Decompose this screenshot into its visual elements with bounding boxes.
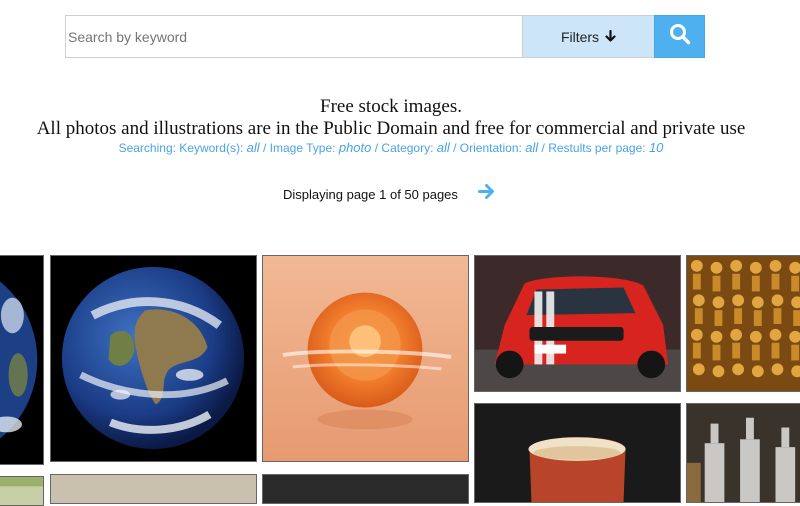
category-label: / Category: — [374, 141, 434, 155]
pagination: Displaying page 1 of 50 pages — [283, 183, 495, 205]
results-per-page-label: / Restults per page: — [541, 141, 646, 155]
keyword-value: all — [246, 140, 260, 155]
gallery-image-earth-globe[interactable] — [50, 255, 257, 462]
search-bar: Filters — [65, 15, 705, 58]
orientation-label: / Orientation: — [453, 141, 522, 155]
gallery-image-wooden-figurines[interactable] — [686, 255, 800, 392]
filters-button[interactable]: Filters — [522, 15, 654, 58]
gallery-image-red-pickup-truck[interactable] — [474, 255, 681, 392]
gallery-image-earth-partial[interactable] — [0, 255, 44, 465]
arrow-down-icon — [605, 29, 616, 45]
orientation-value: all — [525, 140, 539, 155]
filters-label: Filters — [560, 28, 600, 45]
next-page-button[interactable] — [477, 183, 495, 205]
results-per-page-value: 10 — [648, 140, 664, 155]
gallery-image-bottom-left[interactable] — [0, 476, 44, 506]
image-type-value: photo — [338, 140, 372, 155]
category-value: all — [436, 140, 450, 155]
keyword-label: Searching: Keyword(s): — [118, 141, 244, 155]
gallery-image-beer-glass[interactable] — [474, 403, 681, 503]
page-indicator: Displaying page 1 of 50 pages — [283, 186, 458, 202]
search-button[interactable] — [654, 15, 705, 58]
headline-line-1: Free stock images. — [320, 96, 462, 117]
gallery-image-bottom-center-left[interactable] — [50, 474, 257, 504]
gallery-image-glass-bottles[interactable] — [686, 403, 800, 503]
search-input[interactable] — [65, 15, 522, 58]
search-icon — [669, 23, 691, 50]
gallery-image-orange-dahlia-flower[interactable] — [262, 255, 469, 462]
gallery-image-bottom-center[interactable] — [262, 474, 469, 504]
arrow-right-icon — [477, 183, 495, 205]
image-type-label: / Image Type: — [263, 141, 336, 155]
search-parameters: Searching: Keyword(s): all / Image Type:… — [0, 140, 782, 155]
headline-line-2: All photos and illustrations are in the … — [36, 118, 746, 139]
page-headline: Free stock images. All photos and illust… — [0, 96, 782, 140]
